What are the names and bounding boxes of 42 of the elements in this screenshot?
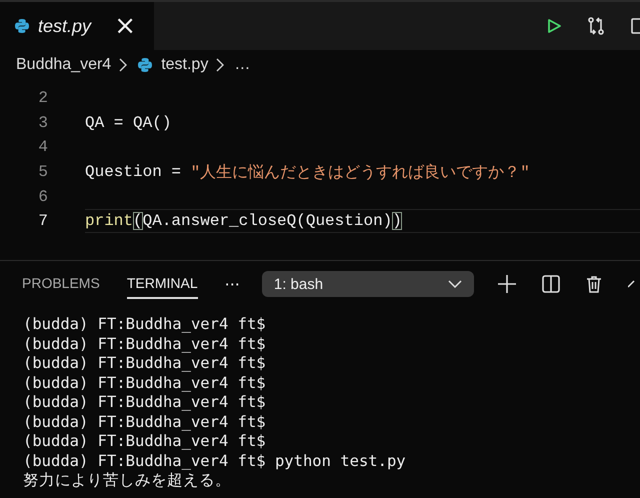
terminal-line: (budda) FT:Buddha_ver4 ft$ <box>23 334 267 354</box>
compare-icon[interactable] <box>586 16 606 36</box>
terminal-line: (budda) FT:Buddha_ver4 ft$ <box>23 315 267 334</box>
breadcrumb-item[interactable]: test.py <box>161 56 208 74</box>
function-name: print <box>85 212 134 230</box>
split-icon[interactable] <box>630 16 640 36</box>
string-literal: "人生に悩んだときはどうすれば良いですか？" <box>190 162 530 183</box>
terminal-line: (budda) FT:Buddha_ver4 ft$ <box>23 354 267 374</box>
chevron-down-icon <box>448 280 462 288</box>
breadcrumb-item[interactable]: Buddha_ver4 <box>16 56 112 74</box>
chevron-icon <box>216 58 224 72</box>
line-number: 2 <box>37 89 49 108</box>
more-button[interactable]: ··· <box>224 274 240 294</box>
plus-icon[interactable] <box>498 275 516 293</box>
terminal-line: (budda) FT:Buddha_ver4 ft$ <box>23 432 267 452</box>
terminal-select[interactable]: 1: bash <box>262 271 474 297</box>
trash-icon[interactable] <box>586 275 602 293</box>
matched-bracket: ) <box>392 212 402 230</box>
terminal-line: (budda) FT:Buddha_ver4 ft$ <box>23 412 267 432</box>
panel-tab[interactable]: TERMINAL <box>126 269 198 299</box>
line-number: 5 <box>37 163 49 182</box>
terminal-line: (budda) FT:Buddha_ver4 ft$ <box>23 393 267 412</box>
code-text: Question = <box>85 163 182 182</box>
line-number: 3 <box>37 114 49 132</box>
tab-label: test.py <box>38 16 93 36</box>
terminal-line: 努力により苦しみを超える。 <box>23 471 232 490</box>
python-icon <box>14 18 30 34</box>
terminal-line: (budda) FT:Buddha_ver4 ft$ python test.py <box>23 452 407 471</box>
split-icon[interactable] <box>542 275 560 293</box>
matched-bracket: ( <box>133 212 143 230</box>
code-text: QA.answer_closeQ(Question) <box>142 212 392 230</box>
breadcrumb-item[interactable]: … <box>234 56 250 74</box>
terminal-line: (budda) FT:Buddha_ver4 ft$ <box>23 374 267 393</box>
line-number: 4 <box>37 138 49 156</box>
run-icon[interactable] <box>546 18 562 34</box>
panel-tab[interactable]: PROBLEMS <box>22 269 100 299</box>
line-number: 6 <box>37 188 49 206</box>
close-button[interactable]: × <box>114 13 154 39</box>
line-number: 7 <box>37 212 49 230</box>
chevron-icon <box>119 58 128 72</box>
editor-tab[interactable]: test.py × <box>0 2 154 50</box>
code-text: QA = QA() <box>85 114 172 132</box>
